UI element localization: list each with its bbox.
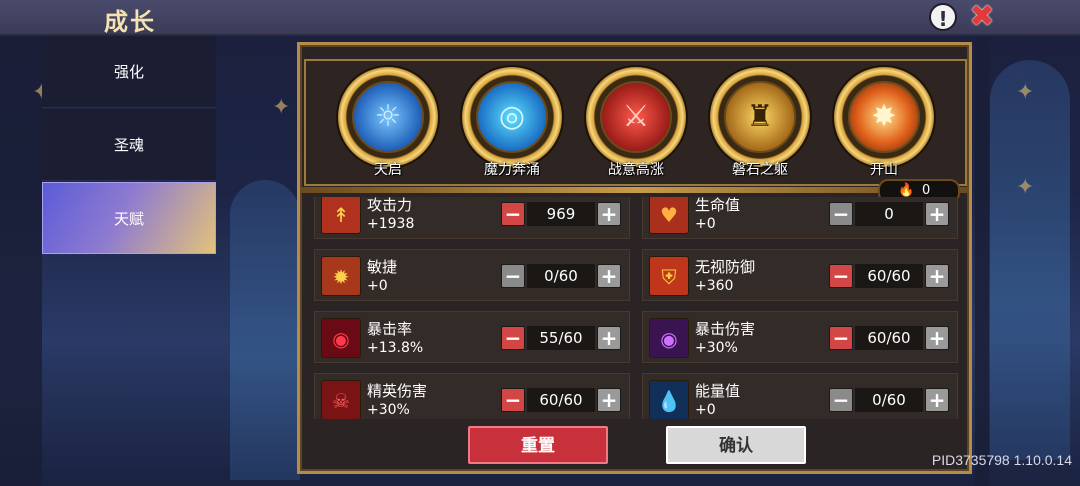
stat-name: 能量值 <box>695 382 741 400</box>
talent-label: 开山 <box>870 162 898 178</box>
sidebar-item-label: 天赋 <box>113 210 144 228</box>
increase-button[interactable]: + <box>925 264 949 288</box>
decrease-button[interactable]: − <box>501 264 525 288</box>
background-pillar <box>975 36 989 486</box>
crit-rate-icon: ◉ <box>321 318 361 358</box>
decrease-button[interactable]: − <box>829 264 853 288</box>
mana-surge-glyph: ◎ <box>498 99 526 134</box>
sparkle-icon: ✦ <box>1016 175 1035 200</box>
stat-name: 精英伤害 <box>367 382 428 400</box>
background-window <box>230 180 300 480</box>
stat-value: 60/60 <box>855 326 923 350</box>
talent-ascension[interactable]: ☼ 天启 <box>330 65 446 181</box>
talent-stone-body[interactable]: ♜ 磐石之躯 <box>702 65 818 181</box>
sparkle-icon: ✦ <box>272 95 291 120</box>
talent-label: 天启 <box>374 162 402 178</box>
stat-bonus: +0 <box>367 278 388 294</box>
stat-name: 暴击率 <box>367 320 413 338</box>
stat-row-agility: ✹ 敏捷 +0 − 0/60 + <box>314 249 630 301</box>
stone-body-glyph: ♜ <box>746 99 774 134</box>
stat-row-crit-damage: ◉ 暴击伤害 +30% − 60/60 + <box>642 311 958 363</box>
talent-label: 魔力奔涌 <box>484 162 540 178</box>
panel-divider <box>300 187 969 193</box>
stat-row-ignore-defense: ⛨ 无视防御 +360 − 60/60 + <box>642 249 958 301</box>
increase-button[interactable]: + <box>597 326 621 350</box>
increase-button[interactable]: + <box>925 326 949 350</box>
sidebar-item-talent[interactable]: 天赋 <box>42 182 216 254</box>
reset-button[interactable]: 重置 <box>468 426 608 464</box>
stat-bonus: +1938 <box>367 216 415 232</box>
talent-mana-surge[interactable]: ◎ 魔力奔涌 <box>454 65 570 181</box>
talent-mountain-split[interactable]: ✸ 开山 <box>826 65 942 181</box>
talent-row: ☼ 天启 ◎ 魔力奔涌 ⚔ 战意高涨 ♜ 磐石之躯 ✸ 开山 <box>304 59 967 186</box>
stat-row-hp: ♥ 生命值 +0 − 0 + <box>642 197 958 239</box>
stat-name: 暴击伤害 <box>695 320 756 338</box>
sidebar-item-label: 强化 <box>113 63 144 81</box>
stat-value: 55/60 <box>527 326 595 350</box>
agility-icon: ✹ <box>321 256 361 296</box>
close-icon[interactable]: ✖ <box>967 2 997 32</box>
stat-row-crit-rate: ◉ 暴击率 +13.8% − 55/60 + <box>314 311 630 363</box>
build-id: PID3735798 1.10.0.14 <box>931 452 1072 468</box>
stat-value: 60/60 <box>527 388 595 412</box>
stat-bonus: +30% <box>367 402 410 418</box>
decrease-button[interactable]: − <box>829 388 853 412</box>
sparkle-icon: ✦ <box>1016 80 1035 105</box>
sidebar-item-holy-soul[interactable]: 圣魂 <box>42 109 216 181</box>
stat-bonus: +0 <box>695 402 716 418</box>
stat-bonus: +360 <box>695 278 734 294</box>
stat-value: 60/60 <box>855 264 923 288</box>
confirm-button[interactable]: 确认 <box>666 426 806 464</box>
background-window <box>990 60 1070 460</box>
talent-label: 战意高涨 <box>608 162 664 178</box>
decrease-button[interactable]: − <box>501 326 525 350</box>
energy-icon: 💧 <box>649 380 689 419</box>
stat-row-elite-damage: ☠ 精英伤害 +30% − 60/60 + <box>314 373 630 419</box>
stat-bonus: +30% <box>695 340 738 356</box>
increase-button[interactable]: + <box>597 202 621 226</box>
sidebar: 强化 圣魂 天赋 <box>42 36 216 266</box>
increase-button[interactable]: + <box>597 264 621 288</box>
decrease-button[interactable]: − <box>501 388 525 412</box>
elite-damage-icon: ☠ <box>321 380 361 419</box>
stat-bonus: +13.8% <box>367 340 424 356</box>
talent-panel: ☼ 天启 ◎ 魔力奔涌 ⚔ 战意高涨 ♜ 磐石之躯 ✸ 开山 🔥 0 ↟ 攻击力… <box>297 42 972 474</box>
decrease-button[interactable]: − <box>829 326 853 350</box>
stat-value: 969 <box>527 202 595 226</box>
talent-label: 磐石之躯 <box>732 162 788 178</box>
title-bar: 成长 ! ✖ <box>0 0 1080 36</box>
stat-name: 攻击力 <box>367 197 413 214</box>
stat-name: 敏捷 <box>367 258 398 276</box>
sidebar-item-label: 圣魂 <box>113 136 144 154</box>
stat-bonus: +0 <box>695 216 716 232</box>
stat-row-energy: 💧 能量值 +0 − 0/60 + <box>642 373 958 419</box>
stat-value: 0/60 <box>855 388 923 412</box>
increase-button[interactable]: + <box>597 388 621 412</box>
armor-break-icon: ⛨ <box>649 256 689 296</box>
help-icon[interactable]: ! <box>929 3 957 31</box>
decrease-button[interactable]: − <box>829 202 853 226</box>
talent-battle-spirit[interactable]: ⚔ 战意高涨 <box>578 65 694 181</box>
stat-value: 0/60 <box>527 264 595 288</box>
stat-grid: ↟ 攻击力 +1938 − 969 + ♥ 生命值 +0 − 0 + ✹ 敏捷 … <box>314 197 960 419</box>
sword-icon: ↟ <box>321 197 361 234</box>
mountain-split-glyph: ✸ <box>871 99 897 134</box>
decrease-button[interactable]: − <box>501 202 525 226</box>
stat-value: 0 <box>855 202 923 226</box>
increase-button[interactable]: + <box>925 202 949 226</box>
ascension-glyph: ☼ <box>374 99 402 134</box>
stat-name: 无视防御 <box>695 258 756 276</box>
sidebar-item-enhance[interactable]: 强化 <box>42 36 216 108</box>
heart-icon: ♥ <box>649 197 689 234</box>
crit-damage-icon: ◉ <box>649 318 689 358</box>
page-title: 成长 <box>104 8 156 36</box>
stat-row-attack: ↟ 攻击力 +1938 − 969 + <box>314 197 630 239</box>
battle-spirit-glyph: ⚔ <box>622 99 650 134</box>
stat-name: 生命值 <box>695 197 741 214</box>
increase-button[interactable]: + <box>925 388 949 412</box>
